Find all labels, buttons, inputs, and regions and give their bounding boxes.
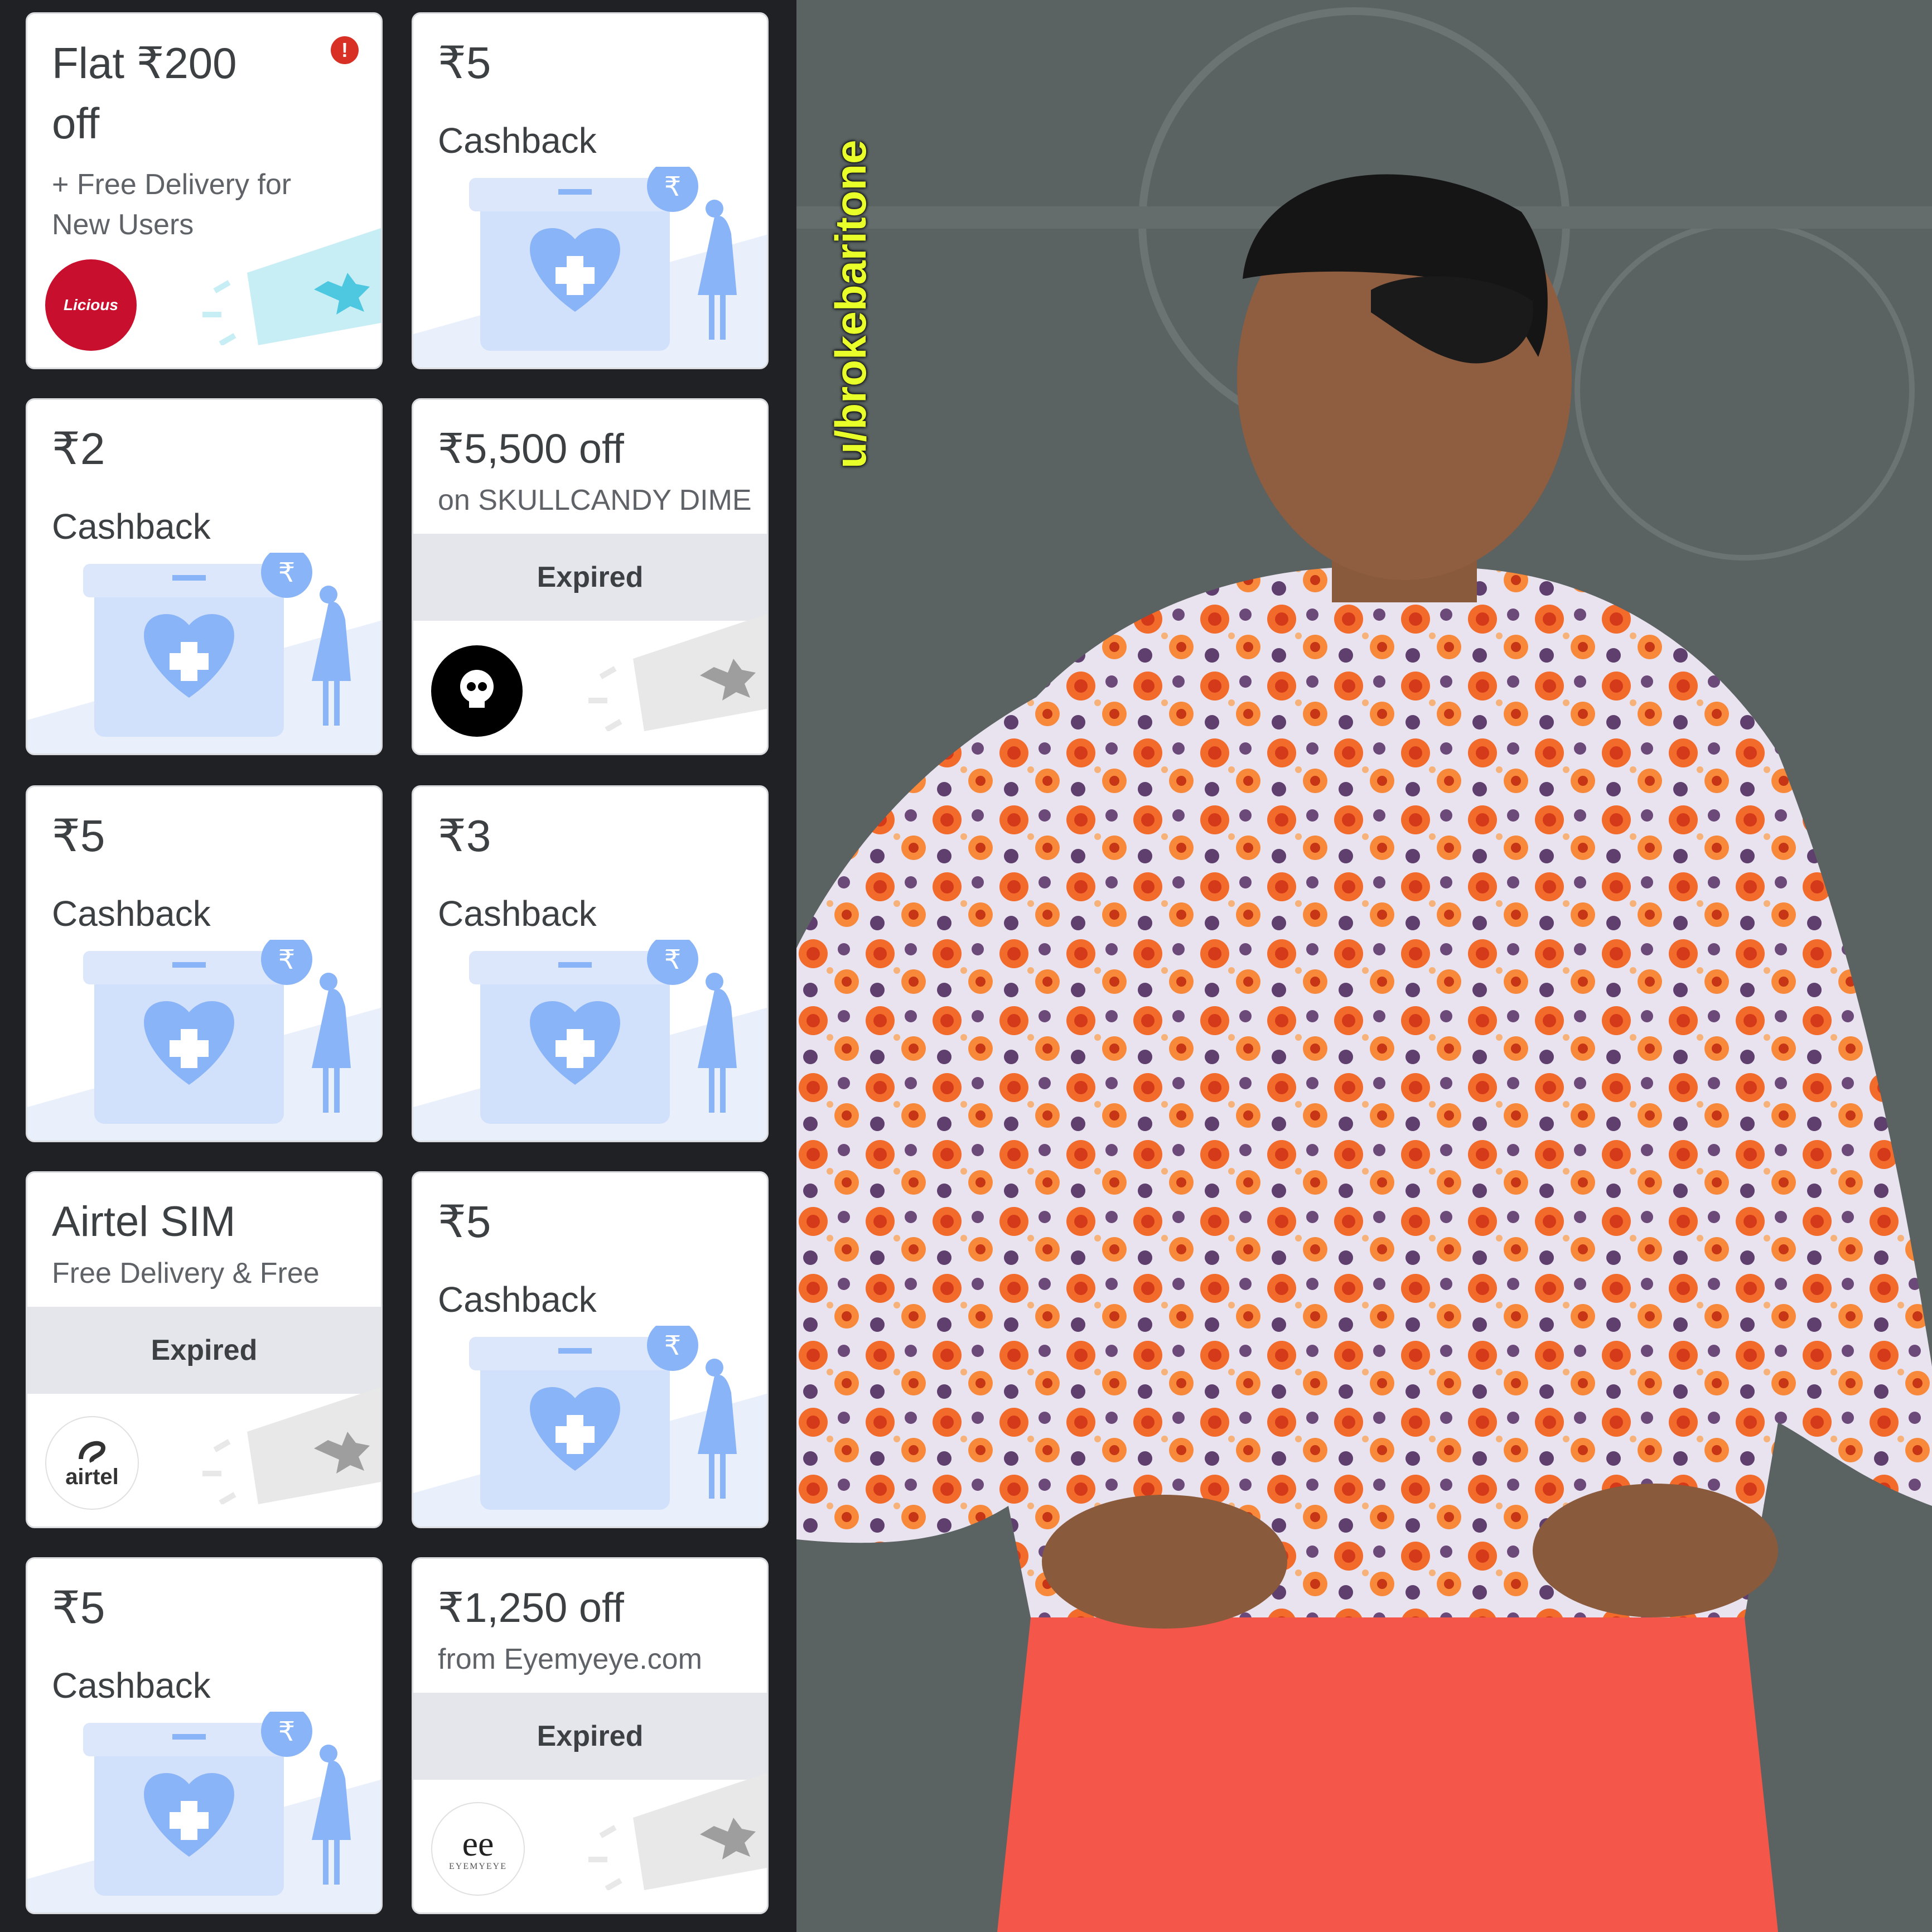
offer-description: Free Delivery & Free	[52, 1257, 320, 1289]
skullcandy-logo	[431, 645, 523, 737]
donation-box-illustration: ₹	[27, 940, 381, 1141]
username-watermark: u/brokebaritone	[826, 139, 875, 468]
licious-logo: Licious	[45, 259, 137, 351]
alert-badge: !	[331, 36, 359, 64]
donation-box-illustration: ₹	[27, 1712, 381, 1912]
svg-text:₹: ₹	[664, 944, 682, 975]
ticket-star-illustration	[202, 228, 381, 345]
donation-box-illustration: ₹	[27, 553, 381, 754]
offer-description: on SKULLCANDY DIME	[438, 484, 752, 516]
svg-text:₹: ₹	[278, 944, 296, 975]
offer-card-skullcandy[interactable]: ₹5,500 off on SKULLCANDY DIME Expired	[412, 398, 769, 755]
offer-title: ₹1,250 off	[438, 1585, 624, 1631]
offer-description: from Eyemyeye.com	[438, 1643, 702, 1675]
offer-title: ₹5,500 off	[438, 426, 624, 472]
cashback-label: Cashback	[438, 120, 597, 161]
cashback-label: Cashback	[438, 1279, 597, 1320]
cashback-amount: ₹3	[438, 811, 491, 861]
cashback-card[interactable]: ₹5 Cashback ₹	[412, 12, 769, 369]
svg-text:₹: ₹	[664, 1330, 682, 1361]
eyemyeye-logo: ee EYEMYEYE	[431, 1802, 525, 1896]
airtel-swirl-icon	[79, 1441, 106, 1463]
svg-text:₹: ₹	[278, 557, 296, 588]
cashback-amount: ₹5	[438, 38, 491, 88]
offer-title: Flat ₹200 off	[52, 38, 237, 148]
offer-card-eyemyeye[interactable]: ₹1,250 off from Eyemyeye.com Expired ee …	[412, 1557, 769, 1914]
cashback-amount: ₹5	[438, 1197, 491, 1247]
cashback-amount: ₹5	[52, 1583, 105, 1632]
ticket-star-illustration	[588, 614, 767, 731]
cashback-label: Cashback	[438, 893, 597, 934]
cashback-amount: ₹5	[52, 811, 105, 861]
donation-box-illustration: ₹	[413, 167, 767, 368]
airtel-logo: airtel	[45, 1416, 139, 1510]
ticket-star-illustration	[202, 1387, 381, 1504]
ticket-star-illustration	[588, 1773, 767, 1890]
cashback-label: Cashback	[52, 1665, 211, 1706]
man-posing-illustration	[796, 0, 1932, 1932]
cashback-amount: ₹2	[52, 424, 105, 474]
cashback-card[interactable]: ₹5 Cashback ₹	[26, 785, 383, 1142]
cashback-card[interactable]: ₹3 Cashback ₹	[412, 785, 769, 1142]
offer-card-licious[interactable]: Flat ₹200 off ! + Free Delivery for New Us…	[26, 12, 383, 369]
offers-grid: Flat ₹200 off ! + Free Delivery for New Us…	[0, 0, 796, 1932]
cashback-label: Cashback	[52, 506, 211, 547]
offer-title: Airtel SIM	[52, 1198, 236, 1245]
donation-box-illustration: ₹	[413, 1326, 767, 1527]
cashback-label: Cashback	[52, 893, 211, 934]
meme-photo	[796, 0, 1932, 1932]
cashback-card[interactable]: ₹2 Cashback ₹	[26, 398, 383, 755]
svg-text:₹: ₹	[278, 1716, 296, 1747]
offer-card-airtel[interactable]: Airtel SIM Free Delivery & Free Expired …	[26, 1171, 383, 1528]
donation-box-illustration: ₹	[413, 940, 767, 1141]
skull-icon	[460, 670, 494, 708]
cashback-card[interactable]: ₹5 Cashback ₹	[412, 1171, 769, 1528]
cashback-card[interactable]: ₹5 Cashback ₹	[26, 1557, 383, 1914]
svg-text:₹: ₹	[664, 171, 682, 202]
